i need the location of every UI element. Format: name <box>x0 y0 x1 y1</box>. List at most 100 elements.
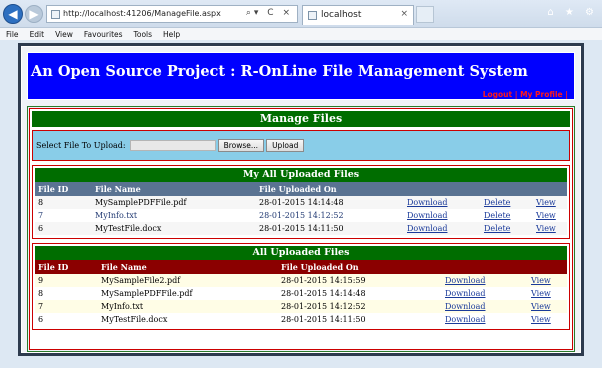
table-row: 6 MyTestFile.docx 28-01-2015 14:11:50 Do… <box>35 222 567 235</box>
arrow-left-icon: ◀ <box>8 7 18 21</box>
header-file-id: File ID <box>35 260 98 274</box>
my-files-table: File ID File Name File Uploaded On 8 MyS… <box>35 182 567 235</box>
table-row: 8 MySamplePDFFile.pdf 28-01-2015 14:14:4… <box>35 287 567 300</box>
menu-tools[interactable]: Tools <box>134 30 152 39</box>
view-link[interactable]: View <box>536 198 556 207</box>
forward-button[interactable]: ▶ <box>25 5 43 23</box>
close-tab-icon[interactable]: × <box>400 9 408 19</box>
file-date: 28-01-2015 14:12:52 <box>256 209 404 222</box>
address-url: http://localhost:41206/ManageFile.aspx <box>63 9 221 18</box>
tab-localhost[interactable]: localhost × <box>302 5 414 25</box>
header-file-name: File Name <box>98 260 278 274</box>
menu-edit[interactable]: Edit <box>30 30 45 39</box>
table-header-row: File ID File Name File Uploaded On <box>35 182 567 196</box>
manage-files-panel: Manage Files Select File To Upload: Brow… <box>27 106 575 352</box>
header-empty <box>404 182 481 196</box>
file-name: MySamplePDFFile.pdf <box>98 287 278 300</box>
table-row: 7 MyInfo.txt 28-01-2015 14:12:52 Downloa… <box>35 209 567 222</box>
address-bar[interactable]: http://localhost:41206/ManageFile.aspx ⌕… <box>46 5 298 23</box>
file-id: 6 <box>35 313 98 326</box>
download-link[interactable]: Download <box>407 211 448 220</box>
file-name: MyInfo.txt <box>98 300 278 313</box>
table-row: 7 MyInfo.txt 28-01-2015 14:12:52 Downloa… <box>35 300 567 313</box>
table-row: 8 MySamplePDFFile.pdf 28-01-2015 14:14:4… <box>35 196 567 209</box>
menu-file[interactable]: File <box>6 30 19 39</box>
header-uploaded-on: File Uploaded On <box>256 182 404 196</box>
address-tools[interactable]: ⌕▾ C × <box>246 8 293 18</box>
file-name: MyTestFile.docx <box>92 222 256 235</box>
file-date: 28-01-2015 14:11:50 <box>278 313 442 326</box>
file-name: MySamplePDFFile.pdf <box>92 196 256 209</box>
my-files-title: My All Uploaded Files <box>35 168 567 182</box>
logout-link[interactable]: Logout <box>483 90 512 99</box>
file-path-input[interactable] <box>129 140 216 151</box>
delete-link[interactable]: Delete <box>484 198 510 207</box>
tab-title: localhost <box>321 10 362 20</box>
my-profile-link[interactable]: My Profile <box>520 90 563 99</box>
file-date: 28-01-2015 14:15:59 <box>278 274 442 287</box>
page-icon <box>51 10 60 19</box>
link-separator-end: | <box>565 90 568 99</box>
view-link[interactable]: View <box>531 276 551 285</box>
file-date: 28-01-2015 14:12:52 <box>278 300 442 313</box>
arrow-right-icon: ▶ <box>29 7 39 21</box>
file-date: 28-01-2015 14:14:48 <box>278 287 442 300</box>
header-file-id: File ID <box>35 182 92 196</box>
manage-files-inner: Manage Files Select File To Upload: Brow… <box>29 108 573 350</box>
my-files-section: My All Uploaded Files File ID File Name … <box>32 165 570 239</box>
view-link[interactable]: View <box>531 289 551 298</box>
view-link[interactable]: View <box>531 302 551 311</box>
download-link[interactable]: Download <box>445 276 486 285</box>
file-id: 9 <box>35 274 98 287</box>
delete-link[interactable]: Delete <box>484 211 510 220</box>
file-id: 7 <box>35 209 92 222</box>
download-link[interactable]: Download <box>445 302 486 311</box>
page-container: An Open Source Project : R-OnLine File M… <box>21 46 581 353</box>
header-empty <box>442 260 528 274</box>
user-links: Logout | My Profile | <box>483 90 568 99</box>
file-date: 28-01-2015 14:11:50 <box>256 222 404 235</box>
browse-button[interactable]: Browse... <box>217 139 265 152</box>
file-id: 7 <box>35 300 98 313</box>
view-link[interactable]: View <box>531 315 551 324</box>
back-button[interactable]: ◀ <box>3 4 23 24</box>
manage-files-title: Manage Files <box>32 111 570 127</box>
all-files-table: File ID File Name File Uploaded On 9 MyS… <box>35 260 567 326</box>
site-banner: An Open Source Project : R-OnLine File M… <box>27 52 575 100</box>
all-files-section: All Uploaded Files File ID File Name Fil… <box>32 243 570 330</box>
download-link[interactable]: Download <box>407 198 448 207</box>
file-id: 6 <box>35 222 92 235</box>
upload-section: Select File To Upload: Browse... Upload <box>32 130 570 161</box>
view-link[interactable]: View <box>536 211 556 220</box>
header-empty <box>481 182 533 196</box>
download-link[interactable]: Download <box>407 224 448 233</box>
page: An Open Source Project : R-OnLine File M… <box>18 43 584 356</box>
new-tab-button[interactable] <box>416 6 434 23</box>
file-id: 8 <box>35 196 92 209</box>
file-id: 8 <box>35 287 98 300</box>
menu-favourites[interactable]: Favourites <box>84 30 123 39</box>
file-name: MyInfo.txt <box>92 209 256 222</box>
table-row: 9 MySampleFile2.pdf 28-01-2015 14:15:59 … <box>35 274 567 287</box>
site-title: An Open Source Project : R-OnLine File M… <box>31 63 528 80</box>
header-empty <box>528 260 567 274</box>
browser-toolbar: ◀ ▶ http://localhost:41206/ManageFile.as… <box>0 0 602 28</box>
menu-help[interactable]: Help <box>163 30 180 39</box>
window-controls[interactable]: ⌂ ★ ⚙ <box>547 7 598 18</box>
download-link[interactable]: Download <box>445 315 486 324</box>
view-link[interactable]: View <box>536 224 556 233</box>
upload-button[interactable]: Upload <box>266 139 305 152</box>
menu-bar: File Edit View Favourites Tools Help <box>0 28 602 40</box>
all-files-title: All Uploaded Files <box>35 246 567 260</box>
link-separator: | <box>514 90 518 99</box>
header-file-name: File Name <box>92 182 256 196</box>
header-uploaded-on: File Uploaded On <box>278 260 442 274</box>
delete-link[interactable]: Delete <box>484 224 510 233</box>
file-date: 28-01-2015 14:14:48 <box>256 196 404 209</box>
menu-view[interactable]: View <box>55 30 73 39</box>
page-icon <box>308 11 317 20</box>
table-row: 6 MyTestFile.docx 28-01-2015 14:11:50 Do… <box>35 313 567 326</box>
download-link[interactable]: Download <box>445 289 486 298</box>
table-header-row: File ID File Name File Uploaded On <box>35 260 567 274</box>
upload-label: Select File To Upload: <box>36 141 126 150</box>
